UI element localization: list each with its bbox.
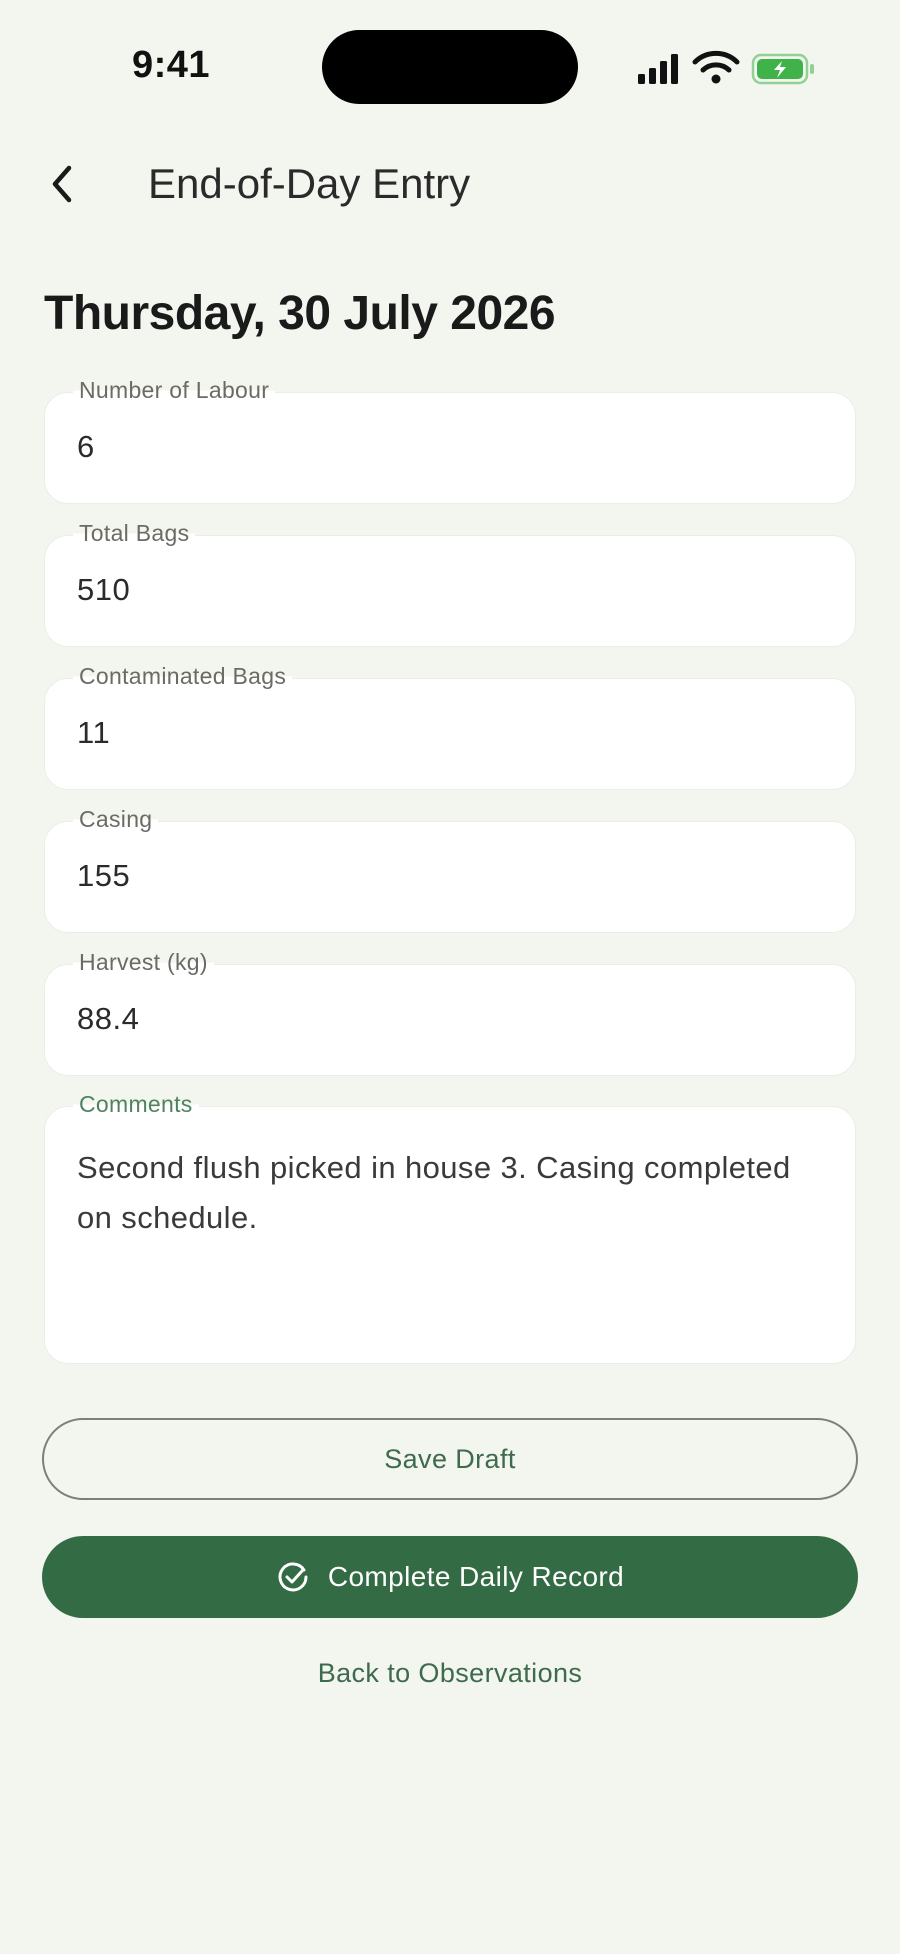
end-of-day-entry-screen: 9:41 End-of-Day Entry Thursday, 30 July … (0, 0, 900, 1954)
total-bags-field[interactable]: Total Bags 510 (44, 520, 856, 647)
casing-input[interactable]: 155 (77, 858, 130, 894)
field-label: Total Bags (73, 520, 196, 547)
contaminated-bags-field[interactable]: Contaminated Bags 11 (44, 663, 856, 790)
battery-icon (751, 53, 814, 85)
contaminated-bags-input[interactable]: 11 (77, 715, 110, 751)
field-label: Number of Labour (73, 377, 276, 404)
status-time: 9:41 (132, 44, 211, 86)
date-heading: Thursday, 30 July 2026 (44, 287, 556, 340)
comments-field[interactable]: Comments Second flush picked in house 3.… (44, 1091, 856, 1364)
dynamic-island (322, 30, 578, 104)
total-bags-input[interactable]: 510 (77, 572, 130, 608)
number-of-labour-input[interactable]: 6 (77, 429, 95, 465)
complete-daily-record-label: Complete Daily Record (327, 1561, 625, 1592)
save-draft-label: Save Draft (384, 1443, 516, 1474)
number-of-labour-field[interactable]: Number of Labour 6 (44, 377, 856, 504)
save-draft-button[interactable]: Save Draft (42, 1418, 858, 1500)
comments-textarea[interactable]: Second flush picked in house 3. Casing c… (77, 1143, 823, 1243)
back-button[interactable] (34, 156, 90, 212)
wifi-icon (692, 50, 740, 84)
header-title: End-of-Day Entry (148, 160, 471, 207)
harvest-kg-input[interactable]: 88.4 (77, 1001, 139, 1037)
check-circle-icon (278, 1562, 308, 1592)
chevron-left-icon (52, 165, 72, 203)
harvest-kg-field[interactable]: Harvest (kg) 88.4 (44, 949, 856, 1076)
casing-field[interactable]: Casing 155 (44, 806, 856, 933)
field-label: Harvest (kg) (73, 949, 214, 976)
back-to-observations-link[interactable]: Back to Observations (0, 1658, 900, 1689)
field-label: Contaminated Bags (73, 663, 293, 690)
status-icons (638, 50, 814, 85)
signal-icon (638, 54, 678, 84)
complete-daily-record-button[interactable]: Complete Daily Record (42, 1536, 858, 1618)
field-label: Casing (73, 806, 159, 833)
comments-label: Comments (73, 1091, 199, 1118)
